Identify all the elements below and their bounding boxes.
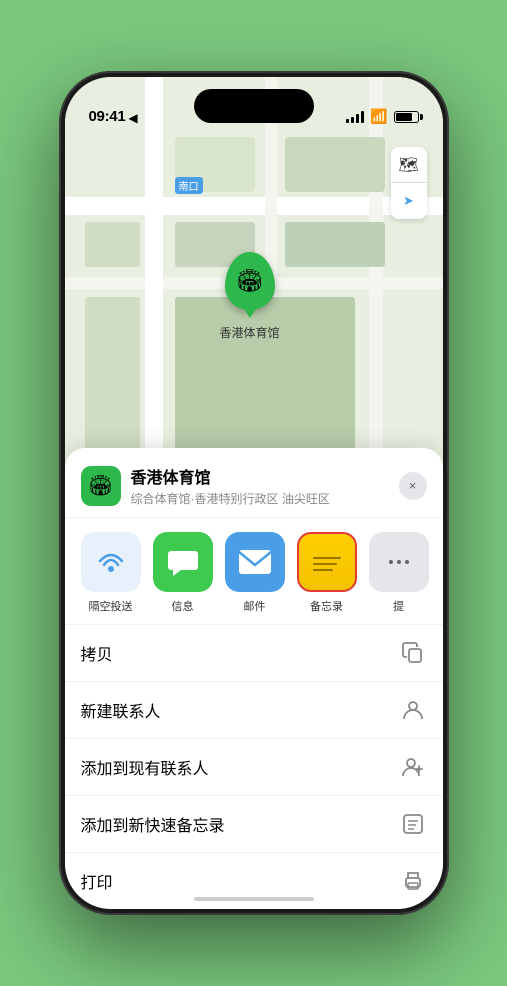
share-notes[interactable]: 备忘录 [297, 532, 357, 614]
close-icon: × [409, 478, 417, 493]
layers-icon: 🗺 [398, 155, 418, 175]
airdrop-label: 隔空投送 [89, 598, 133, 614]
messages-label: 信息 [172, 598, 194, 614]
share-messages[interactable]: 信息 [153, 532, 213, 614]
venue-subtitle: 综合体育馆·香港特别行政区 油尖旺区 [131, 490, 399, 507]
action-add-contact[interactable]: 添加到现有联系人 [65, 739, 443, 796]
map-label-tag: 南口 [175, 177, 203, 194]
stadium-icon: 🏟 [236, 268, 264, 294]
quick-note-label: 添加到新快速备忘录 [81, 812, 399, 836]
share-airdrop[interactable]: 隔空投送 [81, 532, 141, 614]
sheet-close-button[interactable]: × [399, 472, 427, 500]
airdrop-icon [96, 547, 126, 577]
notes-label: 备忘录 [310, 598, 343, 614]
more-label: 提 [393, 598, 404, 614]
wifi-icon: 📶 [370, 108, 387, 125]
map-layers-button[interactable]: 🗺 [391, 147, 427, 183]
location-icon: ◀ [128, 111, 137, 125]
bottom-sheet: 🏟 香港体育馆 综合体育馆·香港特别行政区 油尖旺区 × [65, 448, 443, 909]
home-indicator [194, 897, 314, 901]
new-contact-label: 新建联系人 [81, 698, 399, 722]
copy-label: 拷贝 [81, 641, 399, 665]
map-controls: 🗺 ➤ [391, 147, 427, 219]
action-quick-note[interactable]: 添加到新快速备忘录 [65, 796, 443, 853]
phone-shell: 09:41 ◀ 📶 [59, 71, 449, 915]
share-more[interactable]: 提 [369, 532, 429, 614]
messages-icon [167, 547, 199, 577]
venue-pin[interactable]: 🏟 香港体育馆 [220, 252, 280, 341]
phone-screen: 09:41 ◀ 📶 [65, 77, 443, 909]
print-icon [399, 867, 427, 895]
note-icon [399, 810, 427, 838]
share-mail[interactable]: 邮件 [225, 532, 285, 614]
map-area[interactable]: 南口 🗺 ➤ 🏟 香港体育馆 [65, 77, 443, 497]
pin-label: 香港体育馆 [220, 324, 280, 341]
action-copy[interactable]: 拷贝 [65, 625, 443, 682]
status-icons: 📶 [346, 108, 418, 125]
copy-icon [399, 639, 427, 667]
mail-label: 邮件 [244, 598, 266, 614]
dynamic-island [194, 89, 314, 123]
venue-info: 香港体育馆 综合体育馆·香港特别行政区 油尖旺区 [131, 464, 399, 507]
add-contact-label: 添加到现有联系人 [81, 755, 399, 779]
map-location-button[interactable]: ➤ [391, 183, 427, 219]
action-new-contact[interactable]: 新建联系人 [65, 682, 443, 739]
person-icon [399, 696, 427, 724]
location-arrow-icon: ➤ [403, 193, 414, 209]
print-label: 打印 [81, 869, 399, 893]
venue-icon: 🏟 [81, 466, 121, 506]
sheet-header: 🏟 香港体育馆 综合体育馆·香港特别行政区 油尖旺区 × [65, 448, 443, 518]
venue-name: 香港体育馆 [131, 464, 399, 488]
signal-bars [346, 111, 364, 123]
mail-icon [238, 549, 272, 575]
action-list: 拷贝 新建联系人 [65, 625, 443, 909]
venue-stadium-icon: 🏟 [88, 473, 113, 498]
share-row: 隔空投送 信息 [65, 518, 443, 625]
map-label: 南口 [175, 177, 203, 194]
status-time: 09:41 [89, 108, 126, 125]
pin-icon: 🏟 [225, 252, 275, 310]
battery-icon [394, 111, 419, 123]
person-add-icon [399, 753, 427, 781]
